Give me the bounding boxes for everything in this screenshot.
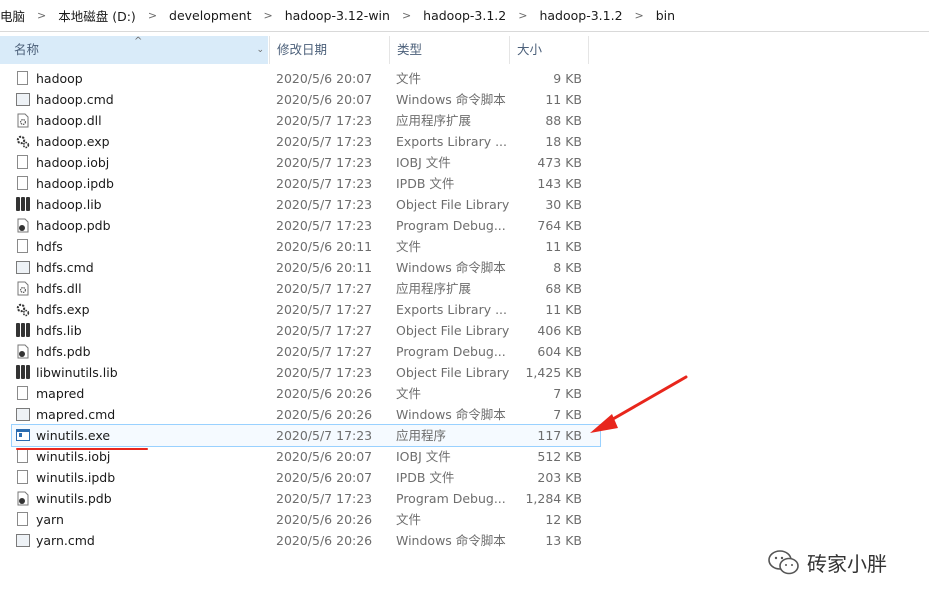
wechat-icon [768,549,799,574]
watermark: 砖家小胖 [767,548,887,577]
watermark-text: 砖家小胖 [807,552,887,576]
red-arrow-annotation [590,375,688,433]
